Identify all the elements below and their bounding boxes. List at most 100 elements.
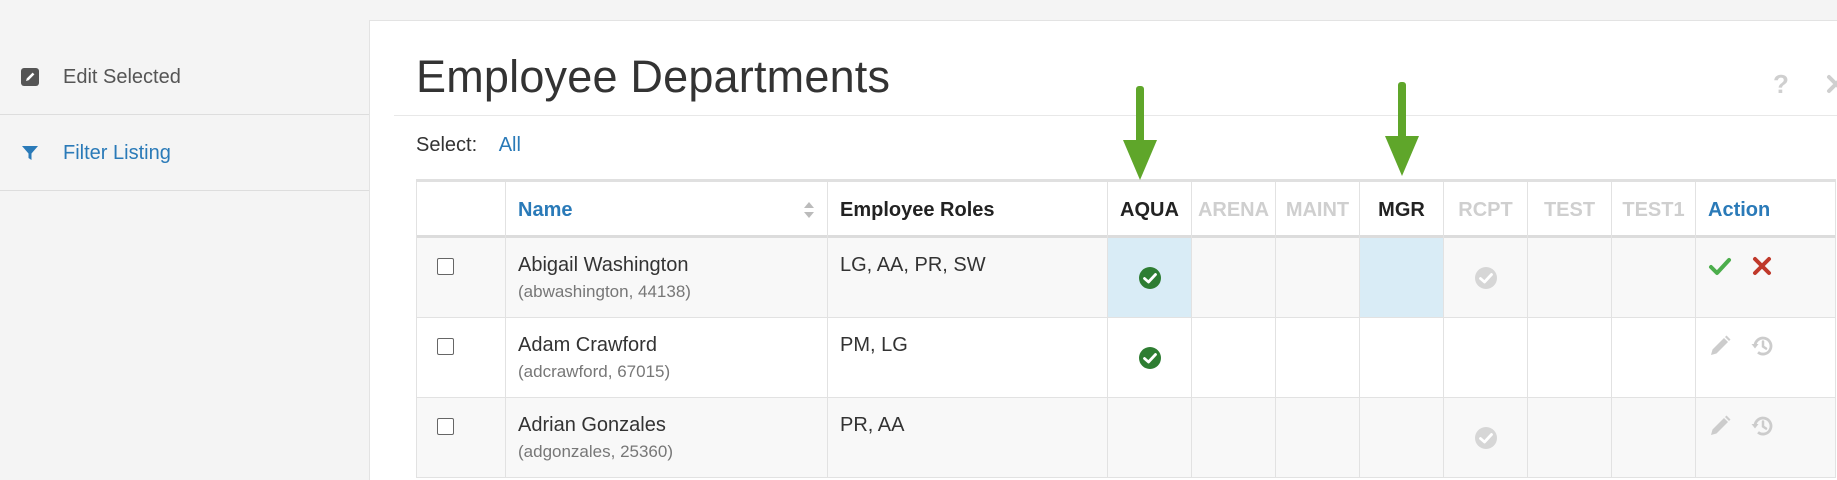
roles-cell: PR, AA [827, 398, 1107, 477]
row-checkbox[interactable] [437, 418, 454, 435]
dept-label: MGR [1378, 198, 1425, 221]
select-row: Select: All [416, 134, 521, 157]
header-action-label: Action [1708, 198, 1771, 221]
check-circle-icon[interactable] [1474, 426, 1498, 450]
header-dept-mgr[interactable]: MGR [1359, 182, 1443, 238]
action-cell [1695, 238, 1836, 317]
dept-cell-aqua[interactable] [1107, 398, 1191, 477]
arrow-down-icon [1385, 82, 1419, 176]
dept-cell-rcpt[interactable] [1443, 318, 1527, 397]
pencil-icon[interactable] [1708, 414, 1732, 438]
roles-cell: LG, AA, PR, SW [827, 238, 1107, 317]
table-row: Adam Crawford (adcrawford, 67015) PM, LG [416, 318, 1836, 398]
close-icon[interactable] [1825, 69, 1837, 99]
sidebar-item-edit-selected[interactable]: Edit Selected [0, 40, 369, 115]
name-cell: Adrian Gonzales (adgonzales, 25360) [505, 398, 827, 477]
dept-cell-test[interactable] [1527, 398, 1611, 477]
employee-roles: LG, AA, PR, SW [840, 254, 986, 276]
dept-label: TEST1 [1622, 198, 1685, 221]
dept-cell-test1[interactable] [1611, 238, 1695, 317]
check-circle-icon[interactable] [1138, 346, 1162, 370]
select-cell [416, 238, 505, 317]
employee-name: Abigail Washington [518, 254, 689, 276]
header-employee-roles: Employee Roles [827, 182, 1107, 238]
check-circle-icon[interactable] [1138, 266, 1162, 290]
accept-check-icon[interactable] [1708, 254, 1732, 278]
row-checkbox[interactable] [437, 258, 454, 275]
dept-cell-mgr[interactable] [1359, 398, 1443, 477]
dept-cell-test[interactable] [1527, 318, 1611, 397]
action-cell [1695, 398, 1836, 477]
employee-name: Adrian Gonzales [518, 414, 666, 436]
name-cell: Adam Crawford (adcrawford, 67015) [505, 318, 827, 397]
header-name-label: Name [518, 198, 573, 221]
history-icon[interactable] [1750, 334, 1774, 358]
name-cell: Abigail Washington (abwashington, 44138) [505, 238, 827, 317]
dept-label: ARENA [1197, 198, 1270, 221]
select-all-link[interactable]: All [499, 134, 521, 156]
sidebar: Edit Selected Filter Listing [0, 0, 369, 471]
header-dept-rcpt[interactable]: RCPT [1443, 182, 1527, 238]
employee-id: (adcrawford, 67015) [518, 362, 671, 381]
roles-cell: PM, LG [827, 318, 1107, 397]
sidebar-item-label: Edit Selected [63, 65, 181, 88]
dept-cell-arena[interactable] [1191, 398, 1275, 477]
dept-cell-aqua[interactable] [1107, 238, 1191, 317]
header-roles-label: Employee Roles [840, 198, 995, 221]
header-dept-maint[interactable]: MAINT [1275, 182, 1359, 238]
pencil-icon[interactable] [1708, 334, 1732, 358]
dept-label: AQUA [1120, 198, 1179, 221]
check-circle-icon[interactable] [1474, 266, 1498, 290]
departments-table: Name Employee Roles AQUA ARENA MAINT MGR… [416, 179, 1836, 478]
dept-label: TEST [1543, 198, 1596, 221]
sort-icon[interactable] [803, 201, 815, 219]
table-row: Abigail Washington (abwashington, 44138)… [416, 238, 1836, 318]
svg-text:?: ? [1773, 69, 1789, 99]
dept-cell-aqua[interactable] [1107, 318, 1191, 397]
dept-cell-test1[interactable] [1611, 398, 1695, 477]
dept-label: RCPT [1458, 198, 1513, 221]
main-panel: Employee Departments ? Select: All Name … [369, 20, 1837, 480]
employee-id: (abwashington, 44138) [518, 282, 691, 301]
employee-roles: PM, LG [840, 334, 908, 356]
table-header-row: Name Employee Roles AQUA ARENA MAINT MGR… [416, 182, 1836, 238]
dept-cell-arena[interactable] [1191, 318, 1275, 397]
employee-roles: PR, AA [840, 414, 905, 436]
dept-cell-test1[interactable] [1611, 318, 1695, 397]
sidebar-item-filter-listing[interactable]: Filter Listing [0, 116, 369, 191]
action-cell [1695, 318, 1836, 397]
header-dept-aqua[interactable]: AQUA [1107, 182, 1191, 238]
row-checkbox[interactable] [437, 338, 454, 355]
dept-label: MAINT [1285, 198, 1350, 221]
page-title: Employee Departments [416, 51, 891, 102]
select-cell [416, 398, 505, 477]
header-dept-test1[interactable]: TEST1 [1611, 182, 1695, 238]
dept-cell-mgr[interactable] [1359, 238, 1443, 317]
dept-cell-maint[interactable] [1275, 398, 1359, 477]
arrow-down-icon [1123, 86, 1157, 180]
dept-cell-test[interactable] [1527, 238, 1611, 317]
table-row: Adrian Gonzales (adgonzales, 25360) PR, … [416, 398, 1836, 478]
help-icon[interactable]: ? [1770, 69, 1792, 99]
title-divider [394, 115, 1837, 116]
select-cell [416, 318, 505, 397]
edit-icon [21, 68, 39, 86]
employee-name: Adam Crawford [518, 334, 657, 356]
header-action: Action [1695, 182, 1836, 238]
header-dept-test[interactable]: TEST [1527, 182, 1611, 238]
sidebar-item-label: Filter Listing [63, 141, 171, 164]
header-name[interactable]: Name [505, 182, 827, 238]
employee-id: (adgonzales, 25360) [518, 442, 674, 461]
dept-cell-rcpt[interactable] [1443, 398, 1527, 477]
reject-x-icon[interactable] [1750, 254, 1774, 278]
header-select [416, 182, 505, 238]
header-dept-arena[interactable]: ARENA [1191, 182, 1275, 238]
dept-cell-maint[interactable] [1275, 318, 1359, 397]
dept-cell-rcpt[interactable] [1443, 238, 1527, 317]
dept-cell-arena[interactable] [1191, 238, 1275, 317]
filter-icon [22, 146, 38, 160]
dept-cell-maint[interactable] [1275, 238, 1359, 317]
dept-cell-mgr[interactable] [1359, 318, 1443, 397]
select-label: Select: [416, 134, 478, 156]
history-icon[interactable] [1750, 414, 1774, 438]
